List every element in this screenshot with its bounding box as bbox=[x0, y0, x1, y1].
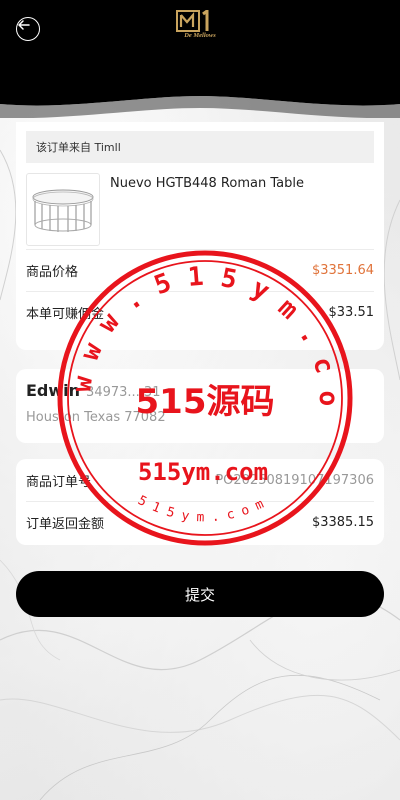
back-button[interactable] bbox=[16, 17, 40, 41]
commission-row: 本单可赚佣金 $33.51 bbox=[26, 291, 374, 333]
return-amount-label: 订单返回金额 bbox=[26, 517, 105, 532]
recipient-phone: 34973....31 bbox=[86, 385, 161, 400]
summary-card: 商品订单号 PO20250819107197306 订单返回金额 $3385.1… bbox=[16, 459, 384, 545]
logo-text: De Mellows bbox=[184, 32, 216, 39]
order-number-row: 商品订单号 PO20250819107197306 bbox=[26, 459, 374, 501]
price-label: 商品价格 bbox=[26, 265, 79, 280]
order-number-value: PO20250819107197306 bbox=[215, 472, 374, 488]
return-amount-row: 订单返回金额 $3385.15 bbox=[26, 501, 374, 543]
return-amount-value: $3385.15 bbox=[311, 515, 374, 530]
price-row: 商品价格 $3351.64 bbox=[26, 249, 374, 291]
price-value: $3351.64 bbox=[311, 263, 374, 278]
submit-button[interactable]: 提交 bbox=[16, 571, 384, 617]
recipient-address: Houston Texas 77082 bbox=[26, 410, 166, 425]
brand-logo: De Mellows bbox=[176, 10, 224, 44]
commission-label: 本单可赚佣金 bbox=[26, 307, 105, 322]
logo-mark-icon bbox=[176, 10, 217, 32]
product-image bbox=[26, 173, 100, 246]
order-source: 该订单来自 Timll bbox=[26, 131, 374, 163]
address-card[interactable]: Edwin 34973....31 Houston Texas 77082 bbox=[16, 369, 384, 443]
app-header: De Mellows bbox=[0, 0, 400, 118]
commission-value: $33.51 bbox=[328, 305, 375, 320]
order-number-label: 商品订单号 bbox=[26, 474, 92, 490]
product-row[interactable]: Nuevo HGTB448 Roman Table bbox=[26, 163, 374, 249]
order-card: 该订单来自 Timll Nuevo HGTB448 Roman Table 商品… bbox=[16, 122, 384, 350]
recipient-name: Edwin bbox=[26, 381, 81, 400]
product-name: Nuevo HGTB448 Roman Table bbox=[110, 176, 304, 191]
